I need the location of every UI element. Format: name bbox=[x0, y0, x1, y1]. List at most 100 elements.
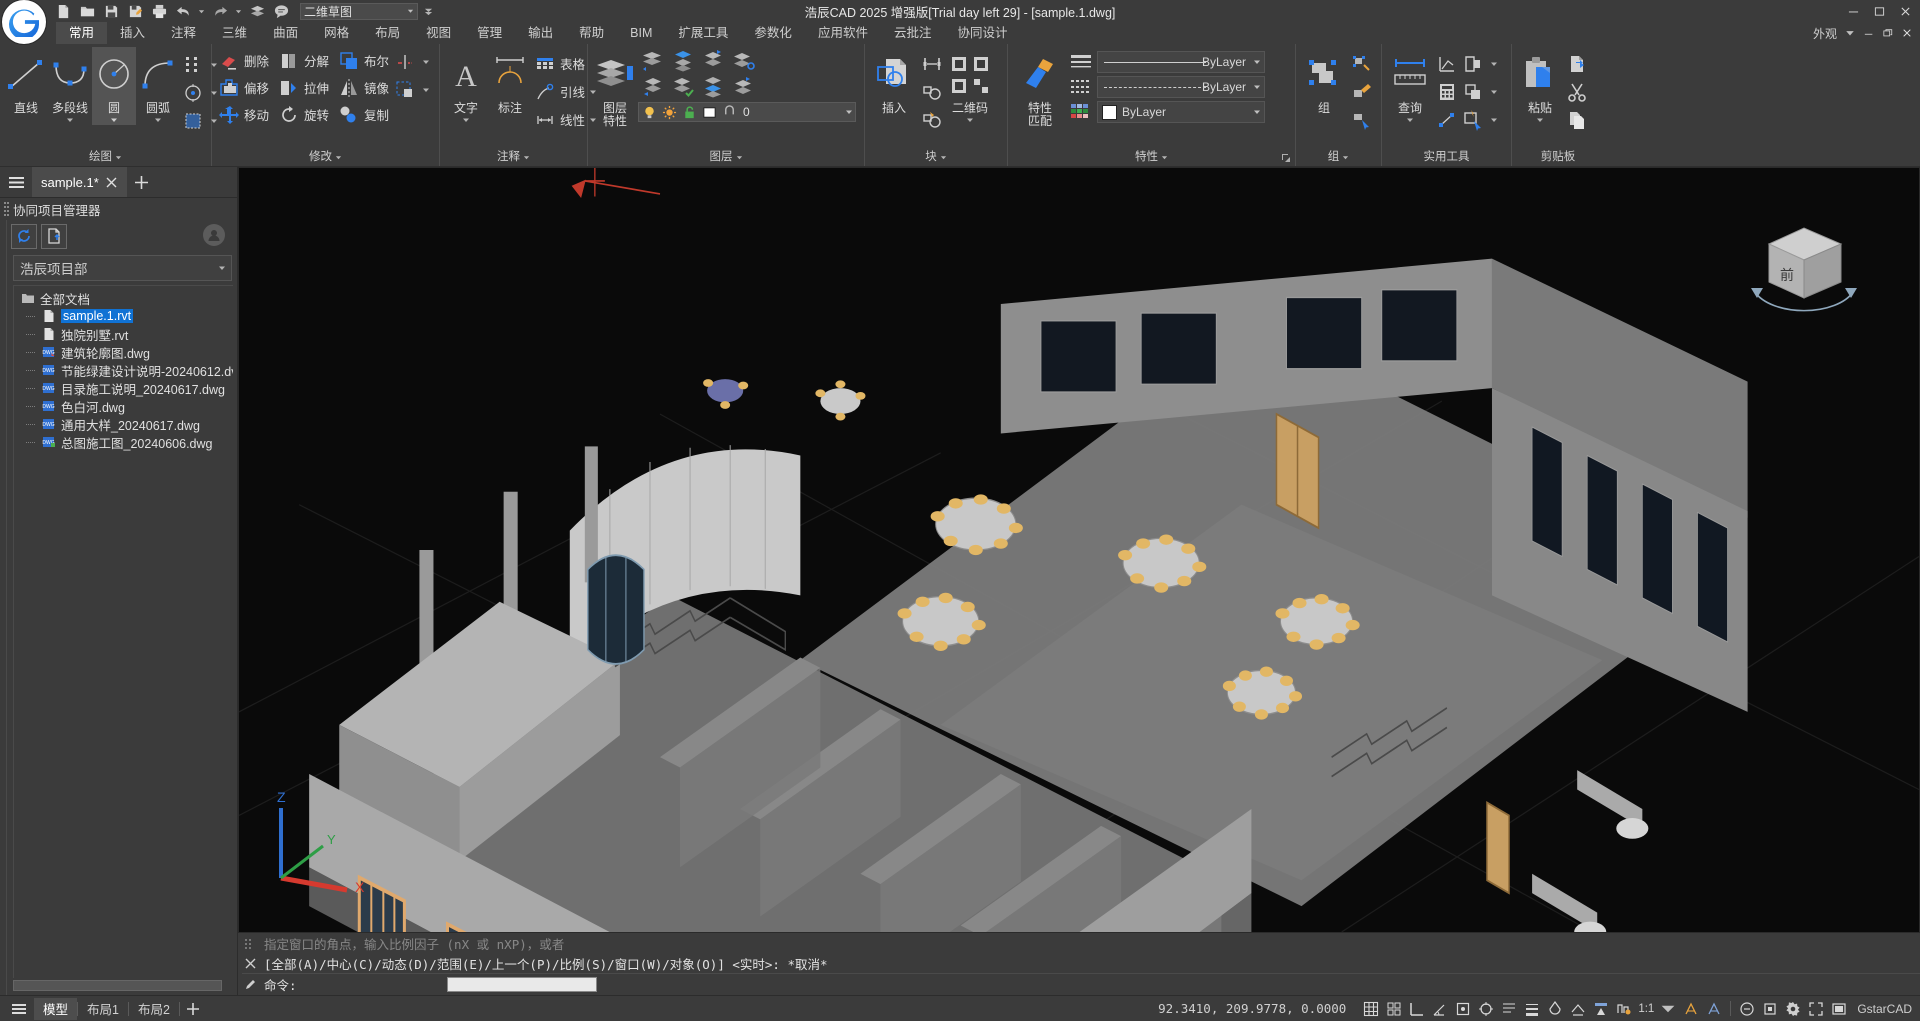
chevron-down-icon[interactable] bbox=[1536, 115, 1544, 125]
tool-block-edit[interactable] bbox=[919, 50, 945, 77]
lineweight-display-icon[interactable] bbox=[1521, 998, 1543, 1020]
tool-scale[interactable] bbox=[392, 76, 432, 103]
command-input-field[interactable] bbox=[447, 977, 597, 992]
add-layout-icon[interactable] bbox=[180, 997, 206, 1021]
ribbon-right-controls[interactable]: 外观 bbox=[1810, 22, 1916, 44]
appearance-dropdown-icon[interactable] bbox=[1841, 24, 1859, 42]
chevron-down-icon[interactable] bbox=[407, 8, 414, 15]
tree-item-building-outline-dwg[interactable]: DWG 建筑轮廓图.dwg bbox=[14, 343, 233, 361]
tool-stretch[interactable]: 拉伸 bbox=[276, 74, 329, 101]
otrack-icon[interactable] bbox=[1475, 998, 1497, 1020]
tool-explode[interactable]: 分解 bbox=[276, 47, 329, 74]
chevron-down-icon[interactable] bbox=[110, 115, 118, 125]
quick-access-toolbar[interactable]: 二维草图 bbox=[52, 0, 436, 22]
maximize-icon[interactable] bbox=[1866, 1, 1892, 21]
tool-ungroup[interactable] bbox=[1348, 50, 1374, 77]
hamburger-icon[interactable] bbox=[0, 167, 32, 197]
layer-off-icon[interactable] bbox=[641, 48, 666, 73]
tool-query[interactable]: 查询 bbox=[1386, 47, 1434, 125]
tree-item-green-design-dwg[interactable]: DWG 节能绿建设计说明-20240612.dv bbox=[14, 361, 233, 379]
tool-qrcode[interactable]: 二维码 bbox=[945, 47, 995, 125]
ribbon-tab-shitu[interactable]: 视图 bbox=[413, 22, 464, 44]
pen-icon[interactable] bbox=[242, 977, 258, 993]
tool-insert-block[interactable]: 插入 bbox=[869, 47, 919, 115]
ribbon-tab-shuchu[interactable]: 输出 bbox=[515, 22, 566, 44]
grid-icon[interactable] bbox=[1360, 998, 1382, 1020]
tool-copy-base[interactable] bbox=[1564, 106, 1590, 133]
layout-tab-model[interactable]: 模型 bbox=[34, 998, 77, 1020]
chevron-down-icon[interactable] bbox=[420, 51, 432, 73]
tool-dimension[interactable]: 标注 bbox=[488, 47, 532, 115]
new-file-icon[interactable] bbox=[52, 1, 74, 21]
tool-id-point[interactable] bbox=[1434, 106, 1460, 133]
tree-item-general-detail-dwg[interactable]: DWG 通用大样_20240617.dwg bbox=[14, 415, 233, 433]
tree-root-all-documents[interactable]: 全部文档 bbox=[14, 289, 233, 307]
drag-grip-icon[interactable] bbox=[4, 202, 9, 216]
customization-icon[interactable] bbox=[1782, 998, 1804, 1020]
chevron-down-icon[interactable] bbox=[523, 154, 530, 161]
tool-trim[interactable] bbox=[392, 48, 432, 75]
ribbon-tab-bangzhu[interactable]: 帮助 bbox=[566, 22, 617, 44]
chevron-down-icon[interactable] bbox=[940, 154, 947, 161]
tree-item-sebaihe-dwg[interactable]: DWG 色白河.dwg bbox=[14, 397, 233, 415]
tree-item-villa-rvt[interactable]: 独院别墅.rvt bbox=[14, 325, 233, 343]
annotation-auto-icon[interactable] bbox=[1703, 998, 1725, 1020]
project-selector[interactable]: 浩辰项目部 bbox=[13, 255, 232, 281]
chevron-down-icon[interactable] bbox=[420, 79, 432, 101]
tool-list[interactable] bbox=[1460, 50, 1500, 77]
workspace-selector[interactable]: 二维草图 bbox=[300, 3, 418, 20]
drawing-canvas[interactable]: 前 Z X Y bbox=[238, 167, 1920, 933]
tool-calculator[interactable] bbox=[1434, 78, 1460, 105]
ribbon-tab-qumian[interactable]: 曲面 bbox=[260, 22, 311, 44]
tool-mirror[interactable]: 镜像 bbox=[336, 74, 389, 101]
tool-rotate[interactable]: 旋转 bbox=[276, 101, 329, 128]
chevron-down-icon[interactable] bbox=[845, 108, 853, 116]
ribbon-tab-sanwei[interactable]: 三维 bbox=[209, 22, 260, 44]
command-input-row[interactable]: 命令: bbox=[242, 973, 1920, 995]
redo-dropdown-icon[interactable] bbox=[233, 1, 244, 21]
tool-block-attribute[interactable] bbox=[919, 106, 945, 133]
tool-area[interactable] bbox=[1434, 50, 1460, 77]
chevron-down-icon[interactable] bbox=[1406, 115, 1414, 125]
chevron-down-icon[interactable] bbox=[736, 154, 743, 161]
layer-set-current-icon[interactable] bbox=[731, 48, 756, 73]
layer-unisolate-icon[interactable] bbox=[671, 74, 696, 99]
ribbon-tab-zhushi[interactable]: 注释 bbox=[158, 22, 209, 44]
chevron-down-icon[interactable] bbox=[1488, 81, 1500, 103]
workspace-switch-icon[interactable] bbox=[1613, 998, 1635, 1020]
tool-quick-select[interactable] bbox=[1460, 106, 1500, 133]
transparency-icon[interactable] bbox=[1544, 998, 1566, 1020]
document-tab-bar[interactable]: sample.1* bbox=[0, 167, 237, 197]
undo-dropdown-icon[interactable] bbox=[196, 1, 207, 21]
layer-on-icon[interactable] bbox=[641, 74, 666, 99]
annotation-scale-value[interactable]: 1:1 bbox=[1636, 1003, 1656, 1015]
tool-text[interactable]: A 文字 bbox=[444, 47, 488, 125]
tool-copy-clip[interactable] bbox=[1564, 50, 1590, 77]
layer-previous-icon[interactable] bbox=[731, 74, 756, 99]
tool-group[interactable]: 组 bbox=[1300, 47, 1348, 115]
color-swatch-icon[interactable] bbox=[701, 104, 718, 121]
chevron-down-icon[interactable] bbox=[966, 115, 974, 125]
ribbon-tab-yunpizhu[interactable]: 云批注 bbox=[881, 22, 945, 44]
polar-icon[interactable] bbox=[1429, 998, 1451, 1020]
doc-minimize-icon[interactable] bbox=[1860, 24, 1878, 42]
chevron-down-icon[interactable] bbox=[335, 154, 342, 161]
hardware-accel-icon[interactable] bbox=[1759, 998, 1781, 1020]
tool-copy-view[interactable] bbox=[1460, 78, 1500, 105]
tool-block-define[interactable] bbox=[919, 78, 945, 105]
chevron-down-icon[interactable] bbox=[154, 115, 162, 125]
tool-group-edit[interactable] bbox=[1348, 78, 1374, 105]
tool-layer-properties[interactable]: 图层 特性 bbox=[592, 47, 638, 128]
doc-restore-icon[interactable] bbox=[1879, 24, 1897, 42]
chevron-down-icon[interactable] bbox=[218, 264, 226, 272]
minimize-icon[interactable] bbox=[1840, 1, 1866, 21]
ribbon-tab-yingyongruanjian[interactable]: 应用软件 bbox=[805, 22, 881, 44]
chevron-down-icon[interactable] bbox=[115, 154, 122, 161]
chevron-down-icon[interactable] bbox=[1488, 53, 1500, 75]
selection-cycling-icon[interactable] bbox=[1567, 998, 1589, 1020]
chevron-down-icon[interactable] bbox=[1342, 154, 1349, 161]
hamburger-icon[interactable] bbox=[4, 997, 34, 1021]
ribbon-tab-charu[interactable]: 插入 bbox=[107, 22, 158, 44]
layer-freeze-icon[interactable] bbox=[701, 48, 726, 73]
tree-item-sample-rvt[interactable]: sample.1.rvt bbox=[14, 307, 233, 325]
